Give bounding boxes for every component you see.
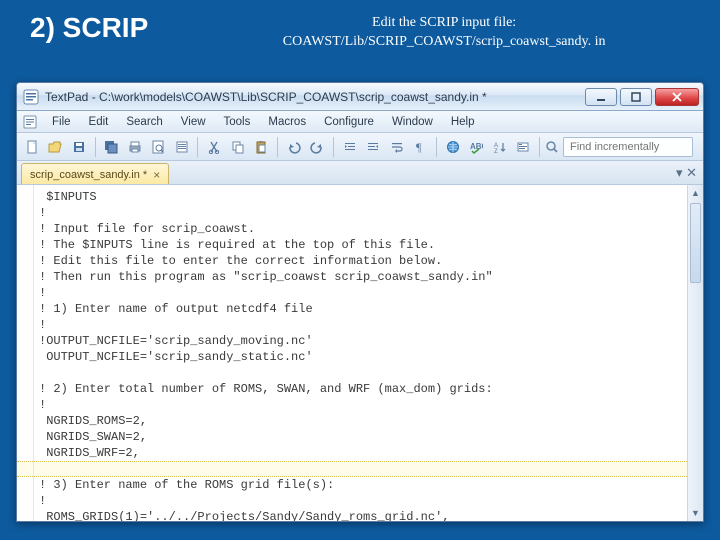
scroll-up-icon[interactable]: ▲ — [688, 185, 703, 201]
indent-button[interactable] — [339, 136, 361, 158]
code-line[interactable]: NGRIDS_SWAN=2, — [39, 429, 685, 445]
tabstrip: scrip_coawst_sandy.in * × ▾ ✕ — [17, 161, 703, 185]
open-file-button[interactable] — [45, 136, 67, 158]
tab-close-icon[interactable]: × — [153, 168, 160, 182]
code-line[interactable] — [39, 365, 685, 381]
menu-tools[interactable]: Tools — [215, 114, 260, 130]
show-paragraph-button[interactable]: ¶ — [409, 136, 431, 158]
editor-area[interactable]: $INPUTS!! Input file for scrip_coawst.! … — [17, 185, 703, 521]
copy-button[interactable] — [227, 136, 249, 158]
code-line[interactable]: ! 3) Enter name of the ROMS grid file(s)… — [39, 477, 685, 493]
toolbar-separator — [539, 137, 540, 157]
textpad-window: TextPad - C:\work\models\COAWST\Lib\SCRI… — [16, 82, 704, 522]
cut-button[interactable] — [203, 136, 225, 158]
code-line[interactable]: NGRIDS_WRF=2, — [39, 445, 685, 461]
toolbar-separator — [95, 137, 96, 157]
document-tab[interactable]: scrip_coawst_sandy.in * × — [21, 163, 169, 184]
close-button[interactable] — [655, 88, 699, 106]
menubar: File Edit Search View Tools Macros Confi… — [17, 111, 703, 133]
code-line[interactable]: ! 1) Enter name of output netcdf4 file — [39, 301, 685, 317]
redo-button[interactable] — [306, 136, 328, 158]
titlebar[interactable]: TextPad - C:\work\models\COAWST\Lib\SCRI… — [17, 83, 703, 111]
menu-search[interactable]: Search — [117, 114, 171, 130]
code-line[interactable]: ! — [39, 285, 685, 301]
slide-caption-line1: Edit the SCRIP input file: — [188, 14, 700, 33]
toolbar-separator — [277, 137, 278, 157]
tab-label: scrip_coawst_sandy.in * — [30, 169, 147, 181]
sort-asc-button[interactable]: AZ — [489, 136, 511, 158]
svg-text:ABC: ABC — [470, 142, 483, 151]
slide-caption: Edit the SCRIP input file: COAWST/Lib/SC… — [188, 12, 700, 52]
toolbar-separator — [436, 137, 437, 157]
code-line[interactable]: ! 2) Enter total number of ROMS, SWAN, a… — [39, 381, 685, 397]
slide-title: 2) SCRIP — [30, 12, 148, 44]
svg-text:Z: Z — [494, 149, 498, 154]
code-line[interactable]: OUTPUT_NCFILE='scrip_sandy_static.nc' — [39, 349, 685, 365]
wordwrap-button[interactable] — [386, 136, 408, 158]
new-file-button[interactable] — [21, 136, 43, 158]
code-content[interactable]: $INPUTS!! Input file for scrip_coawst.! … — [39, 189, 685, 521]
macros-button[interactable] — [512, 136, 534, 158]
textpad-app-icon — [23, 89, 39, 105]
paste-button[interactable] — [250, 136, 272, 158]
code-line[interactable] — [39, 461, 685, 477]
print-button[interactable] — [124, 136, 146, 158]
code-line[interactable]: ROMS_GRIDS(1)='../../Projects/Sandy/Sand… — [39, 509, 685, 521]
code-line[interactable]: !OUTPUT_NCFILE='scrip_sandy_moving.nc' — [39, 333, 685, 349]
system-menu-icon[interactable] — [23, 115, 37, 129]
scroll-thumb[interactable] — [690, 203, 701, 283]
save-all-button[interactable] — [100, 136, 122, 158]
toolbar-separator — [333, 137, 334, 157]
toolbar: ¶ ABC AZ — [17, 133, 703, 161]
find-icon — [545, 140, 559, 154]
window-title: TextPad - C:\work\models\COAWST\Lib\SCRI… — [45, 90, 585, 104]
code-line[interactable]: NGRIDS_ROMS=2, — [39, 413, 685, 429]
code-line[interactable]: ! — [39, 205, 685, 221]
menu-help[interactable]: Help — [442, 114, 484, 130]
menu-configure[interactable]: Configure — [315, 114, 383, 130]
maximize-button[interactable] — [620, 88, 652, 106]
menu-edit[interactable]: Edit — [80, 114, 118, 130]
code-line[interactable]: ! The $INPUTS line is required at the to… — [39, 237, 685, 253]
undo-button[interactable] — [283, 136, 305, 158]
menu-window[interactable]: Window — [383, 114, 442, 130]
menu-view[interactable]: View — [172, 114, 215, 130]
code-line[interactable]: ! — [39, 317, 685, 333]
code-line[interactable]: ! Input file for scrip_coawst. — [39, 221, 685, 237]
minimize-button[interactable] — [585, 88, 617, 106]
code-line[interactable]: ! — [39, 397, 685, 413]
svg-text:¶: ¶ — [416, 140, 422, 154]
slide-caption-line2: COAWST/Lib/SCRIP_COAWST/scrip_coawst_san… — [188, 33, 700, 52]
properties-button[interactable] — [171, 136, 193, 158]
web-button[interactable] — [442, 136, 464, 158]
menu-file[interactable]: File — [43, 114, 80, 130]
code-line[interactable]: ! Then run this program as "scrip_coawst… — [39, 269, 685, 285]
menu-macros[interactable]: Macros — [259, 114, 315, 130]
code-line[interactable]: $INPUTS — [39, 189, 685, 205]
print-preview-button[interactable] — [147, 136, 169, 158]
outdent-button[interactable] — [362, 136, 384, 158]
save-button[interactable] — [68, 136, 90, 158]
code-line[interactable]: ! Edit this file to enter the correct in… — [39, 253, 685, 269]
find-input[interactable] — [563, 137, 693, 157]
toolbar-separator — [197, 137, 198, 157]
panel-menu-icon[interactable]: ▾ ✕ — [676, 165, 697, 181]
spellcheck-button[interactable]: ABC — [465, 136, 487, 158]
code-line[interactable]: ! — [39, 493, 685, 509]
vertical-scrollbar[interactable]: ▲ ▼ — [687, 185, 703, 521]
scroll-down-icon[interactable]: ▼ — [688, 505, 703, 521]
